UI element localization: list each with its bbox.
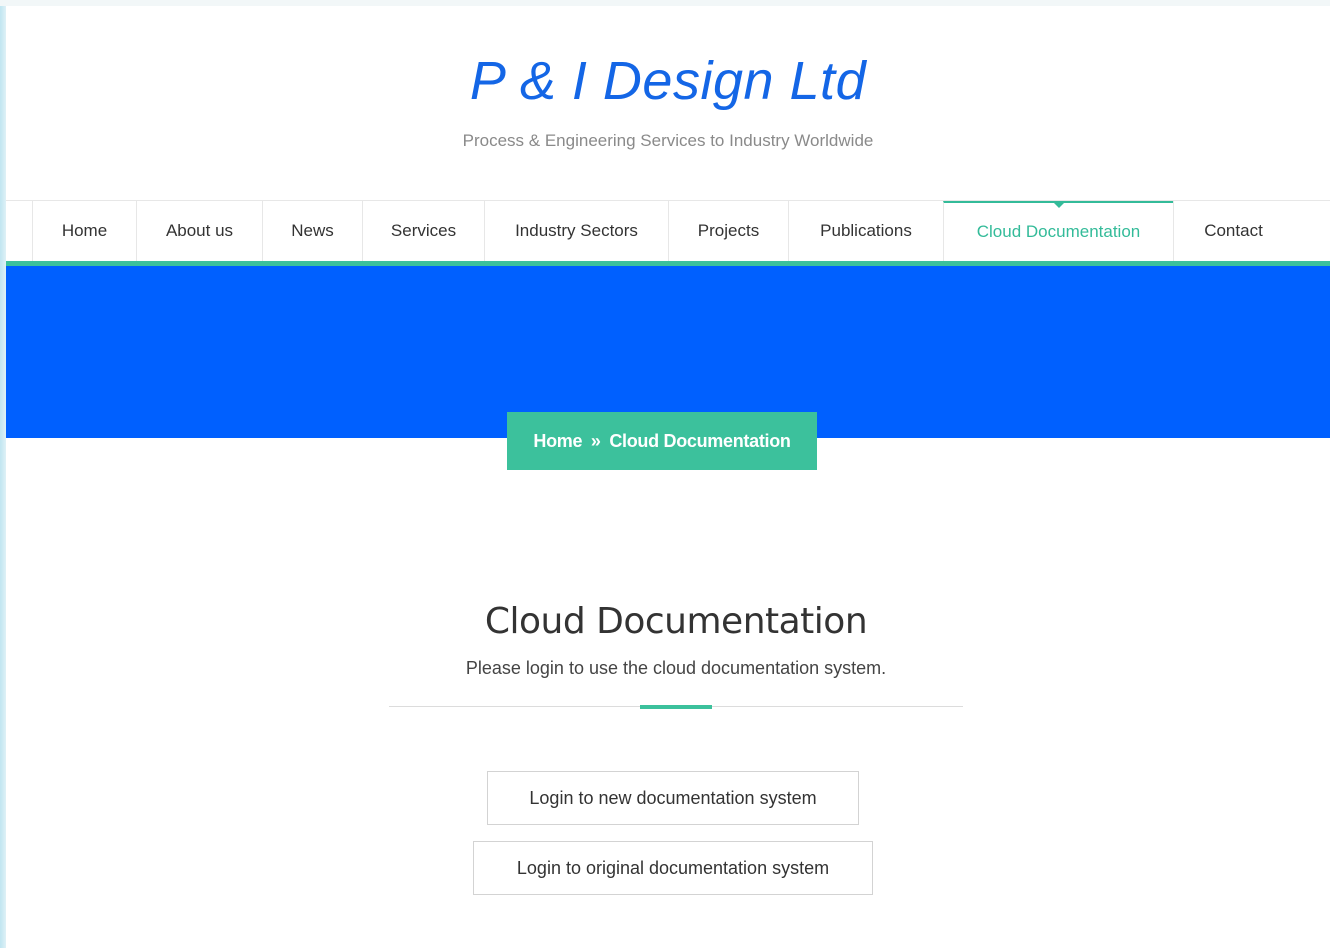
nav-item-publications[interactable]: Publications [788,201,943,262]
nav-item-projects[interactable]: Projects [668,201,788,262]
login-new-system-button[interactable]: Login to new documentation system [487,771,859,825]
site-tagline: Process & Engineering Services to Indust… [462,131,874,150]
page-subtitle: Please login to use the cloud documentat… [465,658,887,678]
active-indicator-caret [1052,202,1065,208]
nav-item-contact[interactable]: Contact [1173,201,1293,262]
page-title: Cloud Documentation [484,601,868,642]
login-original-system-button[interactable]: Login to original documentation system [473,841,873,895]
breadcrumb-separator: » [590,431,601,451]
nav-item-about-us[interactable]: About us [136,201,262,262]
page: P & I Design Ltd Process & Engineering S… [6,6,1330,948]
nav-item-cloud-documentation[interactable]: Cloud Documentation [943,201,1173,262]
nav-item-news[interactable]: News [262,201,362,262]
nav-item-label: Cloud Documentation [976,222,1141,241]
title-divider-accent [640,705,712,709]
site-logo[interactable]: P & I Design Ltd [6,50,1330,112]
nav-item-services[interactable]: Services [362,201,484,262]
breadcrumb: Home » Cloud Documentation [507,412,817,470]
nav-item-home[interactable]: Home [32,201,136,262]
main-nav: Home About us News Services Industry Sec… [6,200,1330,262]
nav-item-industry-sectors[interactable]: Industry Sectors [484,201,668,262]
breadcrumb-home-link[interactable]: Home [533,431,582,451]
breadcrumb-current: Cloud Documentation [609,431,791,451]
